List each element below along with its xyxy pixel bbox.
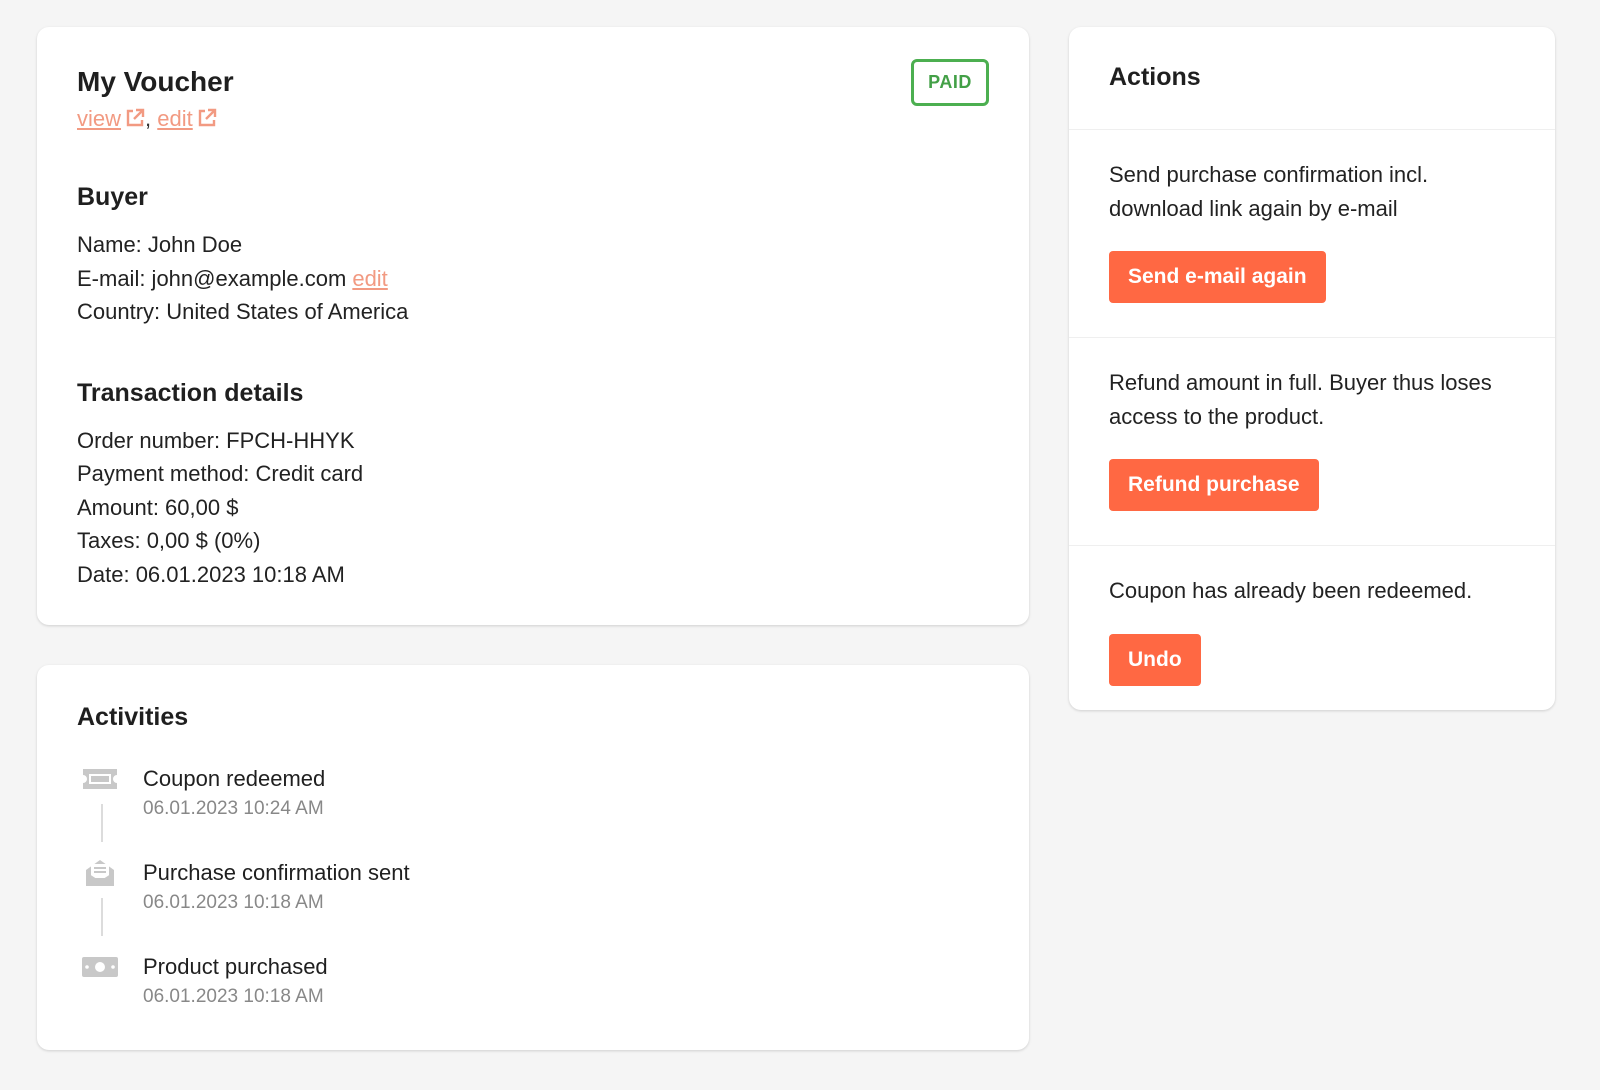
money-bill-icon xyxy=(82,957,118,977)
transaction-section: Transaction details Order number: FPCH-H… xyxy=(77,379,989,592)
status-badge: PAID xyxy=(911,59,989,106)
voucher-links: view, edit xyxy=(77,105,989,134)
list-item: Purchase confirmation sent 06.01.2023 10… xyxy=(77,858,989,952)
timeline-connector xyxy=(101,804,103,842)
buyer-country: Country: United States of America xyxy=(77,299,409,325)
action-description: Refund amount in full. Buyer thus loses … xyxy=(1109,370,1492,429)
buyer-email-row: E-mail: john@example.com edit xyxy=(77,262,989,296)
transaction-heading: Transaction details xyxy=(77,378,304,407)
activity-label: Purchase confirmation sent xyxy=(143,860,410,885)
activity-date: 06.01.2023 10:18 AM xyxy=(143,892,324,913)
activities-card: Activities Coupon redeemed 06.01.2023 10… xyxy=(37,665,1029,1050)
payment-method: Payment method: Credit card xyxy=(77,461,364,487)
view-link-label: view xyxy=(77,105,122,131)
transaction-date: Date: 06.01.2023 10:18 AM xyxy=(77,561,345,587)
buyer-email: E-mail: john@example.com xyxy=(77,265,347,291)
timeline-connector xyxy=(101,898,103,936)
buyer-name: Name: John Doe xyxy=(77,232,243,258)
action-description: Coupon has already been redeemed. xyxy=(1109,578,1473,603)
buyer-section: Buyer Name: John Doe E-mail: john@exampl… xyxy=(77,183,989,329)
actions-heading: Actions xyxy=(1069,27,1555,130)
activity-date: 06.01.2023 10:18 AM xyxy=(143,986,324,1007)
buyer-heading: Buyer xyxy=(77,183,148,212)
ticket-icon xyxy=(83,769,117,789)
activities-list: Coupon redeemed 06.01.2023 10:24 AM Purc… xyxy=(77,764,989,1046)
link-separator: , xyxy=(145,105,152,131)
view-link[interactable]: view xyxy=(77,106,145,131)
order-number: Order number: FPCH-HHYK xyxy=(77,427,355,453)
actions-card: Actions Send purchase confirmation incl.… xyxy=(1069,27,1555,710)
envelope-open-icon xyxy=(86,860,114,886)
undo-button[interactable]: Undo xyxy=(1109,633,1201,686)
action-resend-email: Send purchase confirmation incl. downloa… xyxy=(1069,130,1555,338)
voucher-card: My Voucher view, edit PAID Buyer Name: J… xyxy=(37,27,1029,625)
action-refund: Refund amount in full. Buyer thus loses … xyxy=(1069,338,1555,546)
external-link-icon xyxy=(198,108,216,126)
edit-link-label: edit xyxy=(157,105,193,131)
action-description: Send purchase confirmation incl. downloa… xyxy=(1109,162,1429,221)
taxes: Taxes: 0,00 $ (0%) xyxy=(77,528,261,554)
send-email-again-button[interactable]: Send e-mail again xyxy=(1109,251,1326,303)
activity-label: Product purchased xyxy=(143,954,328,979)
external-link-icon xyxy=(126,108,145,126)
refund-purchase-button[interactable]: Refund purchase xyxy=(1109,459,1319,511)
amount: Amount: 60,00 $ xyxy=(77,494,239,520)
action-undo-redeem: Coupon has already been redeemed. Undo xyxy=(1069,546,1555,720)
activity-label: Coupon redeemed xyxy=(143,766,326,791)
list-item: Coupon redeemed 06.01.2023 10:24 AM xyxy=(77,764,989,858)
voucher-title: My Voucher xyxy=(77,66,234,97)
edit-email-link[interactable]: edit xyxy=(352,266,387,291)
list-item: Product purchased 06.01.2023 10:18 AM xyxy=(77,952,989,1046)
activities-heading: Activities xyxy=(77,703,189,731)
edit-link[interactable]: edit xyxy=(157,106,216,131)
activity-date: 06.01.2023 10:24 AM xyxy=(143,798,324,819)
